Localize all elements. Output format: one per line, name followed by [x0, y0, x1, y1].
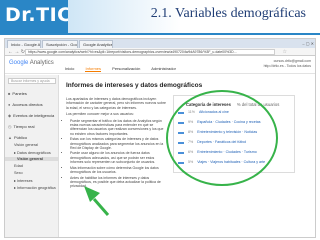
- arrow-head: [84, 186, 100, 202]
- highlight-arrow: [84, 186, 110, 216]
- arrow-shaft: [92, 198, 110, 216]
